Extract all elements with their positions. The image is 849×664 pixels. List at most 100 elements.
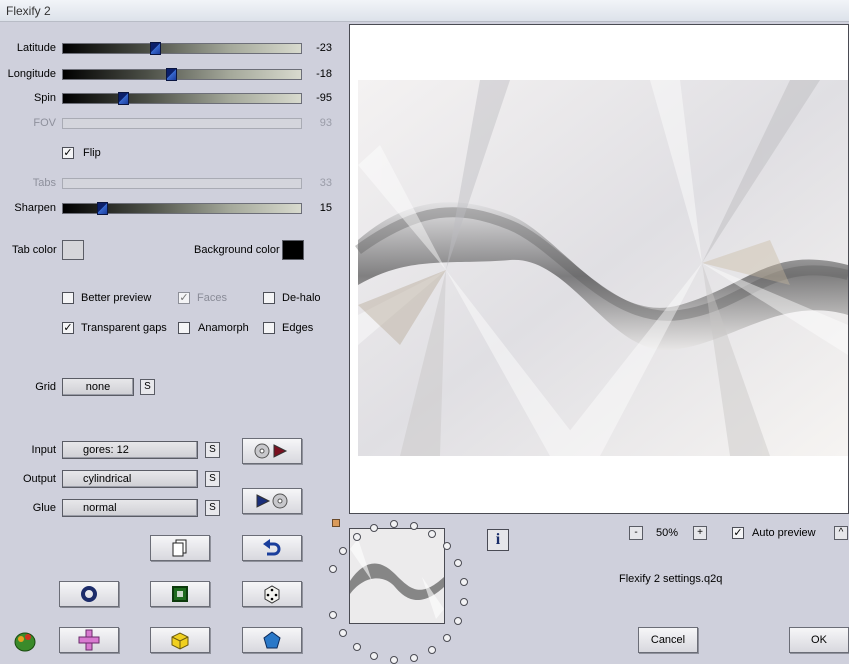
zoom-in-button[interactable]: + [693, 526, 707, 540]
pentagon-shape-button[interactable] [242, 627, 302, 653]
orbit-dot[interactable] [460, 597, 469, 606]
square-shape-button[interactable] [150, 581, 210, 607]
save-output-button[interactable] [242, 488, 302, 514]
circle-shape-button[interactable] [59, 581, 119, 607]
orbit-dot[interactable] [352, 642, 361, 651]
play-disc-icon [256, 493, 288, 509]
dice-icon [264, 585, 280, 604]
undo-arrow-icon [263, 539, 281, 556]
background-color-swatch[interactable] [282, 240, 304, 260]
orbit-dot[interactable] [454, 558, 463, 567]
orbit-dot[interactable] [454, 617, 463, 626]
orbit-marker-icon[interactable] [332, 519, 340, 527]
fov-value: 93 [319, 117, 332, 129]
orbit-dot[interactable] [409, 522, 418, 531]
better-preview-label: Better preview [81, 292, 152, 304]
flip-checkbox[interactable]: ✓ [62, 147, 74, 159]
latitude-label: Latitude [16, 42, 56, 54]
window-title: Flexify 2 [6, 4, 51, 18]
orbit-dot[interactable] [352, 533, 361, 542]
sharpen-value: 15 [319, 202, 332, 214]
orbit-dot[interactable] [428, 646, 437, 655]
ring-icon [81, 586, 97, 602]
input-dropdown[interactable]: gores: 12 [62, 441, 198, 459]
latitude-slider-thumb[interactable] [150, 42, 162, 55]
orbit-dot[interactable] [460, 578, 469, 587]
spin-slider[interactable] [62, 92, 302, 105]
longitude-slider-thumb[interactable] [166, 68, 178, 81]
load-input-button[interactable] [242, 438, 302, 464]
pink-cross-icon [78, 629, 100, 651]
orbit-dot[interactable] [389, 655, 398, 664]
flip-label: Flip [83, 147, 101, 159]
anamorph-label: Anamorph [198, 322, 249, 334]
grid-s-button[interactable]: S [140, 379, 155, 395]
fov-slider [62, 118, 302, 129]
collapse-button[interactable]: ^ [834, 526, 848, 540]
transparent-gaps-checkbox[interactable]: ✓ [62, 322, 74, 334]
app-logo-icon [12, 628, 38, 652]
orbit-dot[interactable] [338, 547, 347, 556]
latitude-slider[interactable] [62, 42, 302, 55]
orbit-dot[interactable] [329, 611, 338, 620]
cube-shape-button[interactable] [150, 627, 210, 653]
thumbnail-image [350, 529, 444, 623]
blue-pentagon-icon [263, 631, 281, 649]
disc-play-icon [254, 443, 288, 459]
longitude-slider[interactable] [62, 68, 302, 81]
cancel-button[interactable]: Cancel [638, 627, 698, 653]
copy-button[interactable] [150, 535, 210, 561]
longitude-value: -18 [316, 68, 332, 80]
random-button[interactable] [242, 581, 302, 607]
output-dropdown[interactable]: cylindrical [62, 470, 198, 488]
title-bar: Flexify 2 [0, 0, 849, 22]
sharpen-label: Sharpen [14, 202, 56, 214]
info-button[interactable]: i [487, 529, 509, 551]
orbit-dot[interactable] [338, 628, 347, 637]
copy-pages-icon [172, 539, 187, 557]
edges-checkbox[interactable] [263, 322, 275, 334]
thumbnail-preview[interactable] [349, 528, 445, 624]
de-halo-label: De-halo [282, 292, 321, 304]
tab-color-swatch[interactable] [62, 240, 84, 260]
latitude-value: -23 [316, 42, 332, 54]
sharpen-slider-thumb[interactable] [97, 202, 109, 215]
faces-label: Faces [197, 292, 227, 304]
orbit-dot[interactable] [443, 542, 452, 551]
faces-checkbox: ✓ [178, 292, 190, 304]
sharpen-slider[interactable] [62, 202, 302, 215]
orbit-dot[interactable] [409, 653, 418, 662]
tab-color-label: Tab color [12, 244, 57, 256]
yellow-cube-icon [171, 632, 189, 650]
preview-canvas[interactable] [349, 24, 849, 514]
input-s-button[interactable]: S [205, 442, 220, 458]
zoom-level: 50% [656, 527, 679, 539]
better-preview-checkbox[interactable] [62, 292, 74, 304]
glue-s-button[interactable]: S [205, 500, 220, 516]
input-label: Input [31, 444, 56, 456]
tabs-slider [62, 178, 302, 189]
undo-button[interactable] [242, 535, 302, 561]
orbit-dot[interactable] [370, 652, 379, 661]
orbit-dot[interactable] [443, 633, 452, 642]
orbit-dot[interactable] [428, 529, 437, 538]
auto-preview-checkbox[interactable]: ✓ [732, 527, 744, 539]
spin-slider-thumb[interactable] [117, 92, 129, 105]
preview-image [355, 80, 848, 456]
de-halo-checkbox[interactable] [263, 292, 275, 304]
output-s-button[interactable]: S [205, 471, 220, 487]
edges-label: Edges [282, 322, 314, 334]
grid-dropdown[interactable]: none [62, 378, 134, 396]
orbit-dot[interactable] [389, 520, 398, 529]
spin-value: -95 [316, 92, 332, 104]
output-label: Output [22, 473, 56, 485]
orbit-dot[interactable] [329, 564, 338, 573]
ok-button[interactable]: OK [789, 627, 849, 653]
zoom-out-button[interactable]: - [629, 526, 643, 540]
glue-dropdown[interactable]: normal [62, 499, 198, 517]
anamorph-checkbox[interactable] [178, 322, 190, 334]
auto-preview-label: Auto preview [752, 527, 816, 539]
tabs-value: 33 [319, 177, 332, 189]
cross-shape-button[interactable] [59, 627, 119, 653]
green-square-icon [172, 586, 188, 602]
